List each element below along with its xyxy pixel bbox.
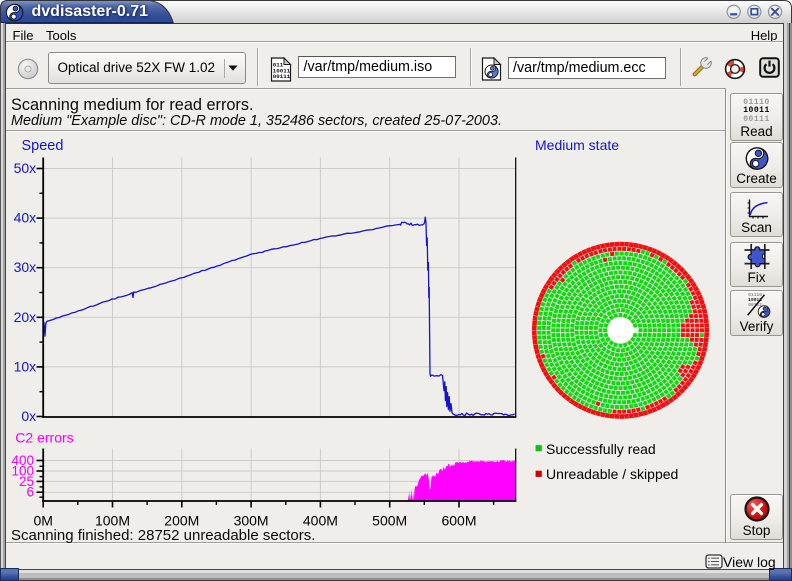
svg-text:0x: 0x xyxy=(21,408,36,424)
svg-text:Speed: Speed xyxy=(22,138,64,154)
svg-text:6: 6 xyxy=(26,485,34,500)
svg-text:Medium state: Medium state xyxy=(535,137,619,153)
svg-text:300M: 300M xyxy=(234,512,269,528)
svg-text:600M: 600M xyxy=(441,512,476,528)
svg-text:01110: 01110 xyxy=(748,292,762,298)
svg-text:C2 errors: C2 errors xyxy=(15,430,73,446)
svg-text:10x: 10x xyxy=(14,358,37,374)
svg-text:0M: 0M xyxy=(33,512,52,528)
svg-text:400M: 400M xyxy=(303,512,338,528)
svg-text:200M: 200M xyxy=(164,512,199,528)
svg-text:100M: 100M xyxy=(95,512,130,528)
svg-text:50x: 50x xyxy=(14,160,37,176)
svg-text:20x: 20x xyxy=(14,309,37,325)
svg-text:500M: 500M xyxy=(372,512,407,528)
svg-text:40x: 40x xyxy=(14,210,37,226)
svg-text:30x: 30x xyxy=(14,259,37,275)
